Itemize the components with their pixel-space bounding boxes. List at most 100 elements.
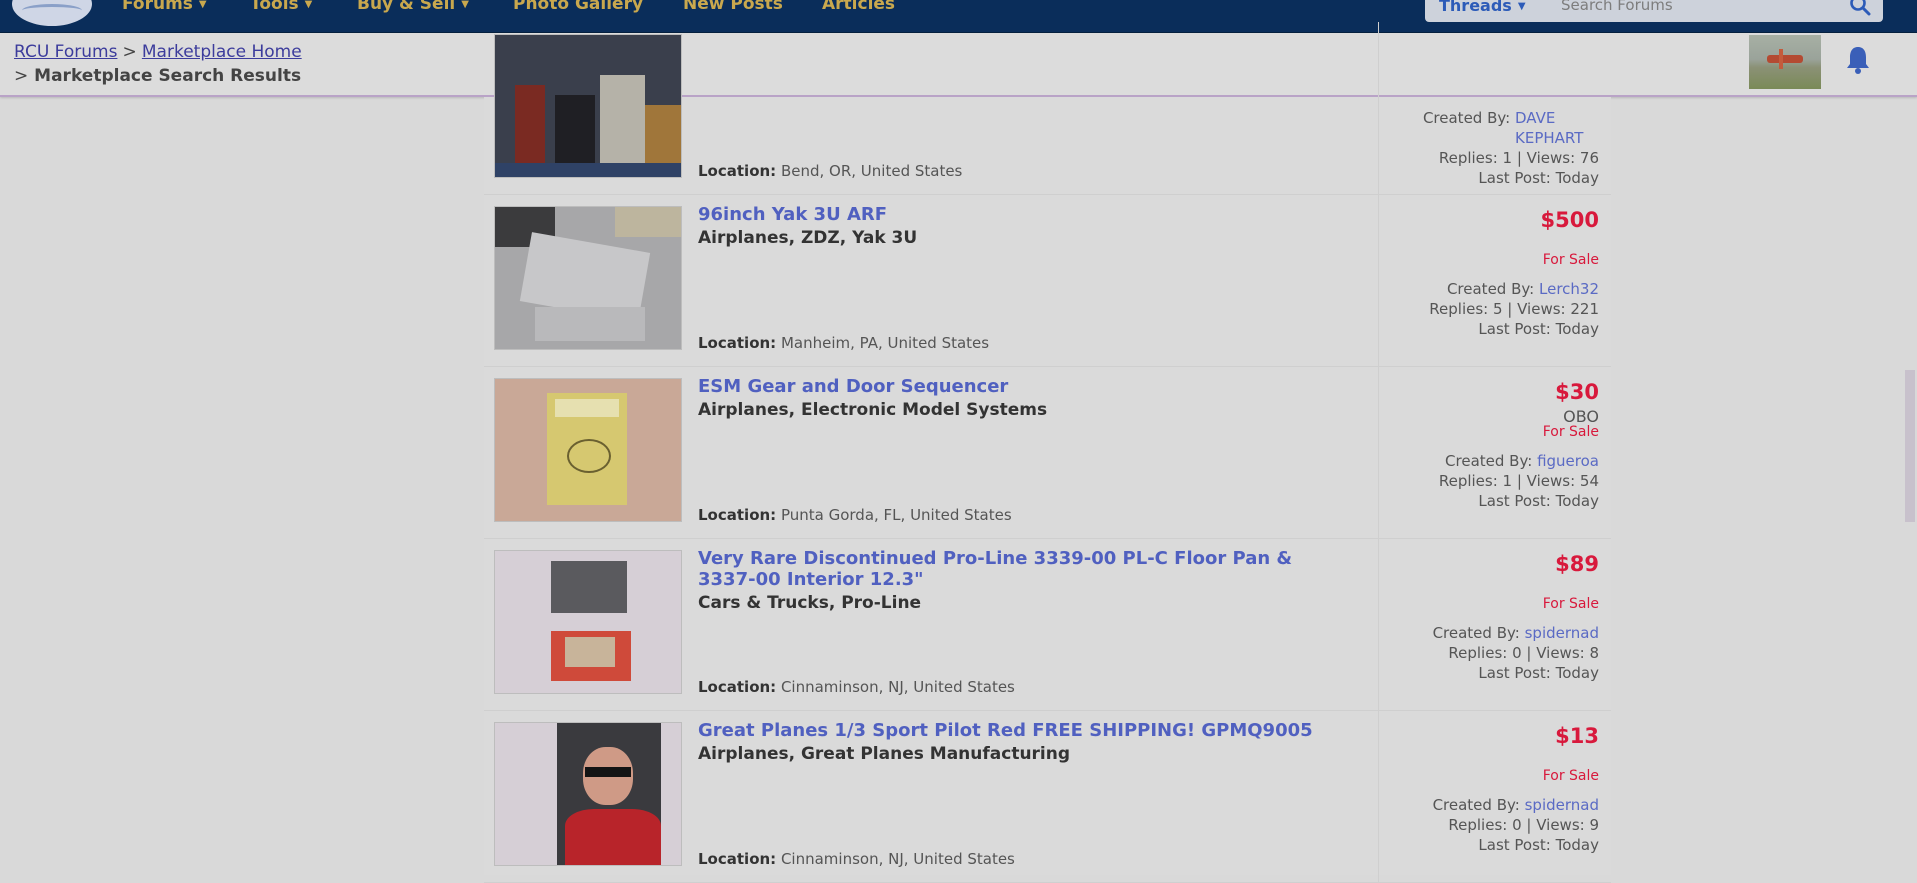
column-divider bbox=[1378, 710, 1379, 882]
nav-buy-sell-label: Buy & Sell bbox=[357, 0, 456, 14]
listing-stats: Created By: spidernad Replies: 0 | Views… bbox=[1433, 623, 1599, 683]
listing-author-link[interactable]: spidernad bbox=[1525, 624, 1599, 642]
nav-buy-sell[interactable]: Buy & Sell ▼ bbox=[357, 0, 469, 14]
listing-location: Location: Punta Gorda, FL, United States bbox=[698, 506, 1012, 524]
breadcrumb-rcu-forums[interactable]: RCU Forums bbox=[14, 42, 117, 62]
table-row[interactable]: ESM Gear and Door Sequencer Airplanes, E… bbox=[484, 366, 1611, 539]
replies-views: Replies: 5 | Views: 221 bbox=[1429, 300, 1599, 318]
nav-tools[interactable]: Tools ▼ bbox=[250, 0, 312, 14]
nav-articles[interactable]: Articles bbox=[822, 0, 895, 14]
listing-status: For Sale bbox=[1542, 596, 1599, 612]
nav-tools-label: Tools bbox=[250, 0, 299, 14]
replies-views: Replies: 1 | Views: 54 bbox=[1438, 472, 1599, 490]
location-value: Punta Gorda, FL, United States bbox=[780, 506, 1012, 524]
listing-stats: Created By: figueroa Replies: 1 | Views:… bbox=[1439, 451, 1599, 511]
search-scope-label: Threads bbox=[1439, 0, 1512, 15]
last-post: Last Post: Today bbox=[1478, 836, 1599, 854]
listing-location: Location: Cinnaminson, NJ, United States bbox=[698, 850, 1015, 868]
chevron-down-icon: ▼ bbox=[198, 0, 207, 10]
scrollbar-thumb[interactable] bbox=[1905, 370, 1915, 522]
listing-title-link[interactable]: Great Planes 1/3 Sport Pilot Red FREE SH… bbox=[698, 720, 1338, 741]
breadcrumb-current: Marketplace Search Results bbox=[34, 66, 302, 86]
listing-category: Cars & Trucks, Pro-Line bbox=[698, 593, 922, 613]
replies-views: Replies: 1 | Views: 76 bbox=[1438, 149, 1599, 167]
listing-category: Airplanes, ZDZ, Yak 3U bbox=[698, 228, 918, 248]
listing-author-link[interactable]: figueroa bbox=[1537, 452, 1599, 470]
search-icon[interactable] bbox=[1849, 0, 1871, 16]
location-label: Location: bbox=[698, 334, 777, 352]
listing-author-link[interactable]: spidernad bbox=[1525, 796, 1599, 814]
chevron-down-icon: ▼ bbox=[1517, 1, 1526, 12]
listing-price: $13 bbox=[1555, 724, 1599, 748]
search-input[interactable] bbox=[1561, 0, 1831, 16]
column-divider bbox=[1378, 538, 1379, 710]
created-by-label: Created By: bbox=[1422, 109, 1511, 127]
replies-views: Replies: 0 | Views: 9 bbox=[1448, 816, 1599, 834]
marketplace-results-list: Location: Bend, OR, United States Create… bbox=[484, 22, 1611, 883]
listing-thumbnail[interactable] bbox=[494, 34, 682, 178]
listing-title-link[interactable]: 96inch Yak 3U ARF bbox=[698, 204, 1338, 225]
table-row[interactable]: 96inch Yak 3U ARF Airplanes, ZDZ, Yak 3U… bbox=[484, 194, 1611, 367]
listing-author-link[interactable]: Lerch32 bbox=[1539, 280, 1599, 298]
last-post: Last Post: Today bbox=[1478, 492, 1599, 510]
last-post: Last Post: Today bbox=[1478, 664, 1599, 682]
created-by-label: Created By: bbox=[1445, 452, 1533, 470]
listing-title-link[interactable]: Very Rare Discontinued Pro-Line 3339-00 … bbox=[698, 548, 1338, 590]
nav-new-posts[interactable]: New Posts bbox=[683, 0, 783, 14]
bell-icon[interactable] bbox=[1845, 45, 1871, 75]
listing-title-link[interactable]: ESM Gear and Door Sequencer bbox=[698, 376, 1338, 397]
created-by-label: Created By: bbox=[1432, 796, 1520, 814]
breadcrumb-separator: > bbox=[14, 66, 29, 86]
last-post: Last Post: Today bbox=[1478, 320, 1599, 338]
location-label: Location: bbox=[698, 506, 777, 524]
breadcrumb-marketplace-home[interactable]: Marketplace Home bbox=[142, 42, 302, 62]
listing-status: For Sale bbox=[1542, 424, 1599, 440]
listing-status: For Sale bbox=[1542, 252, 1599, 268]
column-divider bbox=[1378, 366, 1379, 538]
listing-stats: Created By: spidernad Replies: 0 | Views… bbox=[1433, 795, 1599, 855]
listing-thumbnail[interactable] bbox=[494, 378, 682, 522]
replies-views: Replies: 0 | Views: 8 bbox=[1448, 644, 1599, 662]
column-divider bbox=[1378, 194, 1379, 366]
listing-location: Location: Cinnaminson, NJ, United States bbox=[698, 678, 1015, 696]
nav-forums-label: Forums bbox=[122, 0, 193, 14]
location-value: Manheim, PA, United States bbox=[780, 334, 990, 352]
listing-stats: Created By: Lerch32 Replies: 5 | Views: … bbox=[1429, 279, 1599, 339]
chevron-down-icon: ▼ bbox=[304, 0, 313, 10]
listing-location: Location: Manheim, PA, United States bbox=[698, 334, 989, 352]
table-row[interactable]: Great Planes 1/3 Sport Pilot Red FREE SH… bbox=[484, 710, 1611, 883]
location-value: Bend, OR, United States bbox=[780, 162, 963, 180]
location-label: Location: bbox=[698, 162, 777, 180]
location-value: Cinnaminson, NJ, United States bbox=[780, 678, 1015, 696]
table-row[interactable]: Location: Bend, OR, United States Create… bbox=[484, 22, 1611, 195]
listing-thumbnail[interactable] bbox=[494, 206, 682, 350]
location-label: Location: bbox=[698, 850, 777, 868]
chevron-down-icon: ▼ bbox=[461, 0, 469, 10]
avatar[interactable] bbox=[1749, 35, 1821, 89]
last-post: Last Post: Today bbox=[1478, 169, 1599, 187]
listing-stats: Created By: DAVE KEPHART Replies: 1 | Vi… bbox=[1423, 108, 1599, 188]
location-value: Cinnaminson, NJ, United States bbox=[780, 850, 1015, 868]
listing-category: Airplanes, Great Planes Manufacturing bbox=[698, 744, 1071, 764]
table-row[interactable]: Very Rare Discontinued Pro-Line 3339-00 … bbox=[484, 538, 1611, 711]
listing-thumbnail[interactable] bbox=[494, 722, 682, 866]
nav-photo-gallery[interactable]: Photo Gallery bbox=[513, 0, 643, 14]
column-divider bbox=[1378, 22, 1379, 194]
breadcrumb: RCU Forums > Marketplace Home bbox=[14, 42, 302, 62]
nav-forums[interactable]: Forums ▼ bbox=[122, 0, 207, 14]
created-by-label: Created By: bbox=[1446, 280, 1535, 298]
page-title: > Marketplace Search Results bbox=[14, 66, 301, 86]
site-logo[interactable] bbox=[12, 0, 92, 26]
listing-author-link[interactable]: DAVE KEPHART bbox=[1515, 108, 1599, 148]
search-scope-dropdown[interactable]: Threads ▼ bbox=[1439, 0, 1526, 15]
created-by-label: Created By: bbox=[1432, 624, 1520, 642]
listing-category: Airplanes, Electronic Model Systems bbox=[698, 400, 1048, 420]
listing-price: $30 bbox=[1555, 380, 1599, 404]
listing-thumbnail[interactable] bbox=[494, 550, 682, 694]
listing-price: $500 bbox=[1540, 208, 1599, 232]
search-box: Threads ▼ bbox=[1425, 0, 1883, 22]
breadcrumb-separator: > bbox=[122, 42, 137, 62]
listing-location: Location: Bend, OR, United States bbox=[698, 162, 962, 180]
listing-price: $89 bbox=[1555, 552, 1599, 576]
listing-status: For Sale bbox=[1542, 768, 1599, 784]
